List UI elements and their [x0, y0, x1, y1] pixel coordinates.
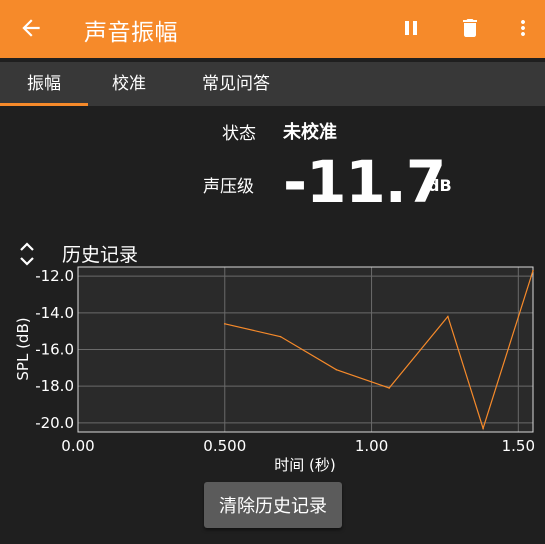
tab-amplitude[interactable]: 振幅: [0, 62, 88, 106]
data-point: [335, 368, 338, 371]
trash-icon[interactable]: [458, 16, 482, 40]
x-tick-labels: 0.00 0.500 1.00 1.50: [61, 437, 535, 455]
clear-history-button[interactable]: 清除历史记录: [204, 482, 342, 528]
spl-value: -11.7: [283, 148, 446, 216]
y-axis-label: SPL (dB): [14, 317, 32, 380]
x-tick-label: 1.50: [502, 437, 535, 455]
x-axis-label: 时间 (秒): [274, 456, 335, 474]
spl-label: 声压级: [203, 177, 254, 197]
data-point: [482, 427, 484, 430]
data-point: [447, 315, 449, 318]
data-point: [279, 335, 282, 338]
arrow-left-icon[interactable]: [18, 15, 44, 41]
x-tick-label: 0.500: [203, 437, 246, 455]
tab-bar: 振幅 校准 常见问答: [0, 62, 545, 106]
status-label: 状态: [222, 124, 256, 144]
app-title: 声音振幅: [84, 20, 178, 46]
y-tick-label: -20.0: [35, 414, 74, 432]
pause-icon[interactable]: [399, 16, 423, 40]
more-vert-icon[interactable]: [511, 16, 535, 40]
history-chart: -12.0 -14.0 -16.0 -18.0 -20.0 0.00 0.500 1.00 1…: [14, 266, 535, 474]
y-tick-label: -12.0: [35, 267, 74, 285]
spl-unit: dB: [428, 176, 452, 195]
tab-faq[interactable]: 常见问答: [176, 62, 296, 106]
x-tick-label: 0.00: [61, 437, 94, 455]
data-point: [388, 387, 390, 389]
y-tick-label: -16.0: [35, 341, 74, 359]
y-tick-labels: -12.0 -14.0 -16.0 -18.0 -20.0: [35, 267, 74, 432]
tab-calibration[interactable]: 校准: [96, 62, 162, 106]
y-tick-label: -18.0: [35, 377, 74, 395]
data-point: [532, 269, 534, 272]
status-value: 未校准: [283, 122, 337, 143]
y-tick-label: -14.0: [35, 304, 74, 322]
app-bar: 声音振幅: [0, 0, 545, 58]
data-point: [223, 323, 226, 325]
x-tick-label: 1.00: [355, 437, 388, 455]
